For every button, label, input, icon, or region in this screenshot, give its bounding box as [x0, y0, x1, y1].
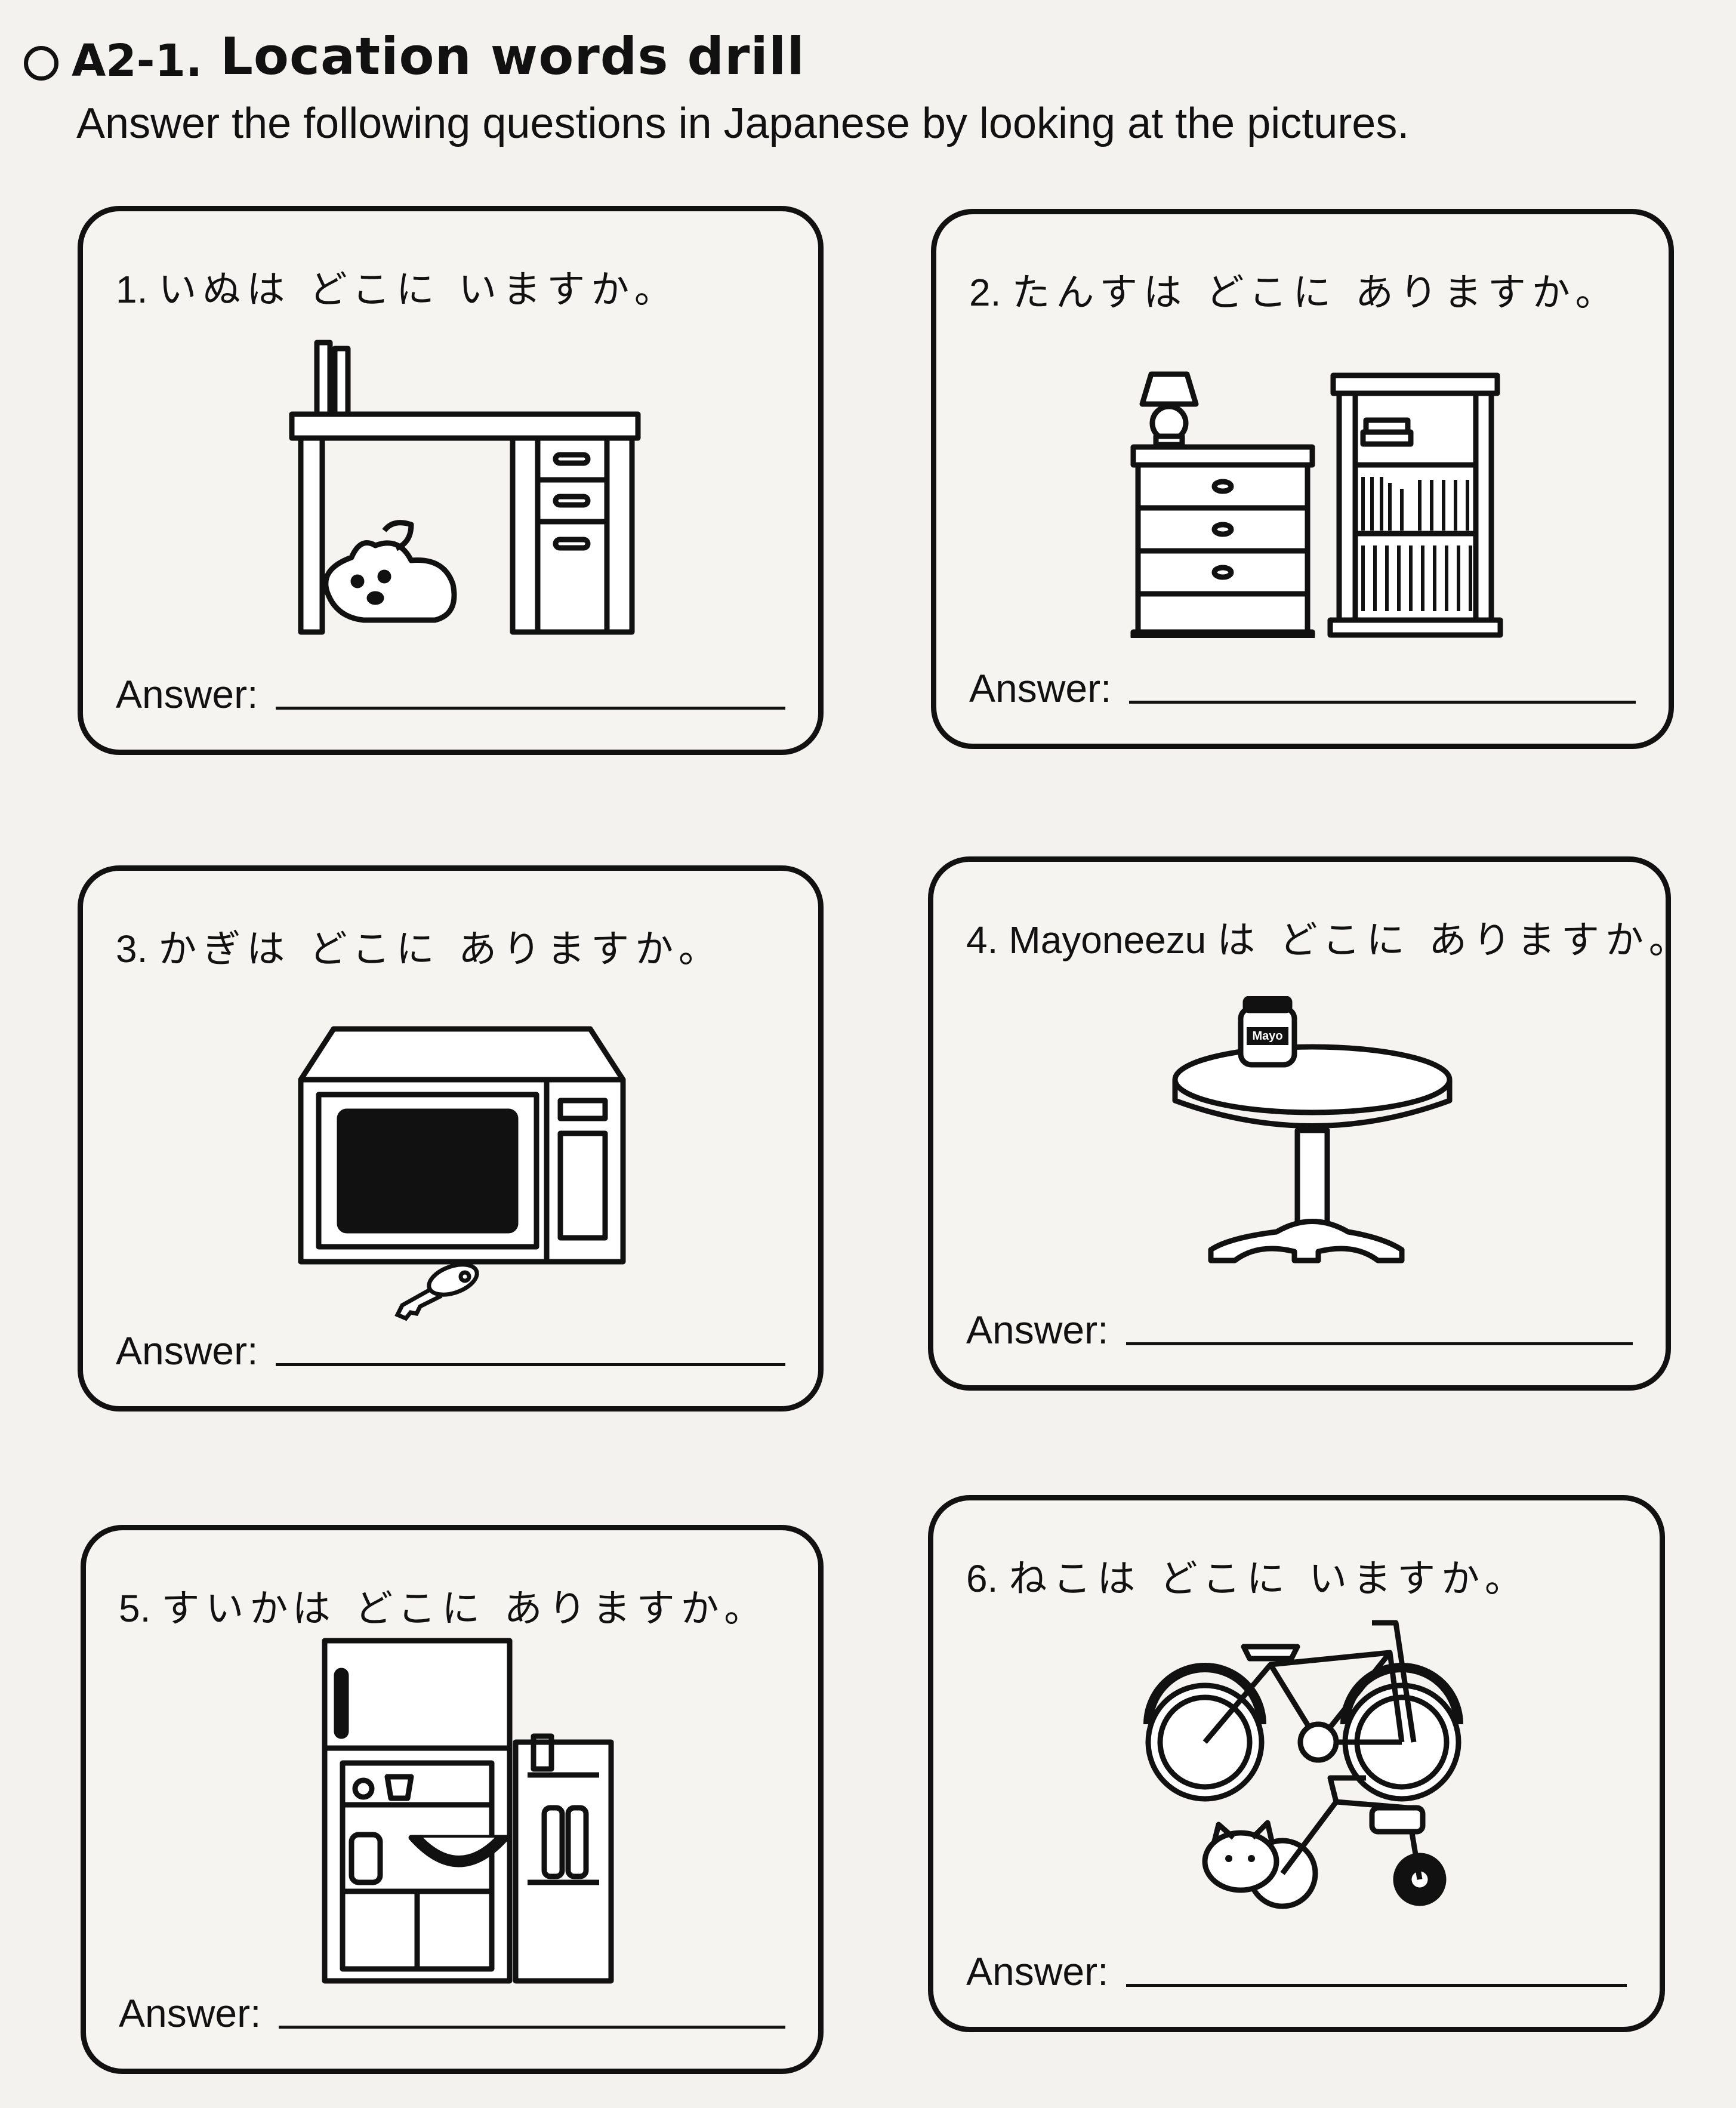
jar-label: Mayo	[1252, 1030, 1282, 1043]
question-card-1: 1. いぬは どこに いますか。 Answer:	[78, 206, 824, 755]
question-card-3: 3. かぎは どこに ありますか。 Answer:	[78, 865, 824, 1412]
question-card-6: 6. ねこは どこに いますか。 Answer:	[928, 1495, 1665, 2032]
answer-row: Answer:	[116, 671, 785, 717]
question-text: 2. たんすは どこに ありますか。	[969, 271, 1620, 315]
question-text: 4. Mayoneezu は どこに ありますか。	[966, 919, 1693, 963]
answer-row: Answer:	[966, 1307, 1633, 1352]
question-text: 1. いぬは どこに いますか。	[116, 268, 679, 312]
circle-bullet-icon	[24, 46, 58, 81]
answer-line[interactable]	[276, 707, 785, 710]
mayonnaise-on-table-picture: Mayo	[1172, 996, 1453, 1263]
question-text: 5. すいかは どこに ありますか。	[119, 1587, 769, 1631]
question-card-2: 2. たんすは どこに ありますか。 Answer:	[931, 209, 1674, 749]
answer-row: Answer:	[119, 1990, 785, 2036]
question-text: 6. ねこは どこに いますか。	[966, 1557, 1529, 1601]
question-card-5: 5. すいかは どこに ありますか。 Answer:	[81, 1525, 824, 2074]
answer-row: Answer:	[969, 665, 1636, 711]
page-title: Location words drill	[220, 27, 805, 87]
instruction-text: Answer the following questions in Japane…	[76, 100, 1410, 147]
answer-line[interactable]	[276, 1363, 785, 1366]
question-card-4: 4. Mayoneezu は どこに ありますか。 Mayo Answer:	[928, 856, 1687, 1391]
dog-under-desk-picture	[289, 340, 641, 635]
answer-row: Answer:	[116, 1328, 785, 1373]
answer-line[interactable]	[1129, 701, 1636, 704]
exercise-number: A2-1.	[72, 35, 203, 87]
worksheet-header: A2-1. Location words drill Answer the fo…	[24, 12, 1695, 148]
question-text: 3. かぎは どこに ありますか。	[116, 927, 723, 972]
dresser-and-bookshelf-picture	[1130, 371, 1503, 638]
cat-between-bicycles-picture	[1143, 1620, 1463, 1909]
answer-row: Answer:	[966, 1949, 1627, 1994]
answer-line[interactable]	[1126, 1984, 1627, 1987]
key-and-microwave-picture	[298, 1026, 626, 1321]
answer-line[interactable]	[1126, 1342, 1633, 1345]
watermelon-in-refrigerator-picture	[322, 1638, 614, 1984]
title-row: A2-1. Location words drill	[24, 12, 1695, 101]
answer-line[interactable]	[279, 2026, 785, 2029]
